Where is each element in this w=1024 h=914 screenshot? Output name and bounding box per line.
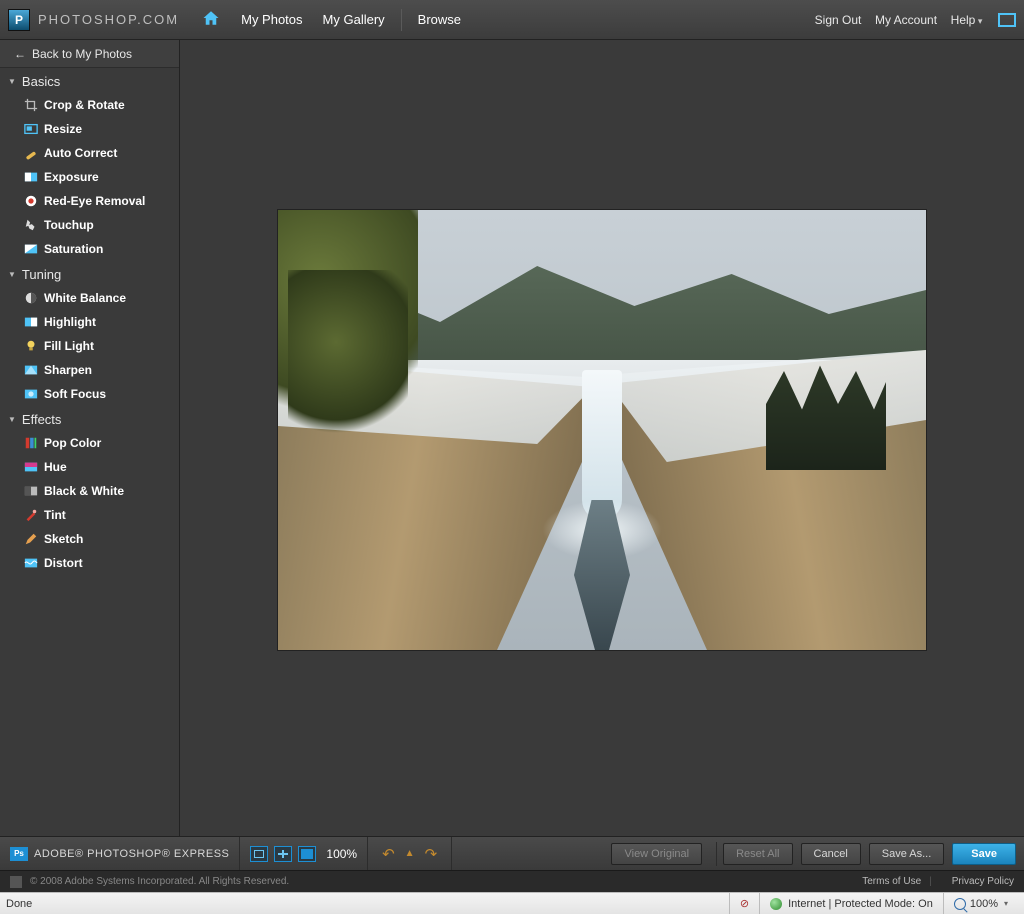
tool-auto-correct[interactable]: Auto Correct (0, 141, 179, 165)
tool-pop-color[interactable]: Pop Color (0, 431, 179, 455)
resize-icon (24, 122, 38, 136)
group-basics-label: Basics (22, 74, 60, 89)
pop-color-icon (24, 436, 38, 450)
adobe-icon (10, 876, 22, 888)
product-label: Ps ADOBE® PHOTOSHOP® EXPRESS (0, 837, 240, 870)
globe-icon (770, 898, 782, 910)
bottom-toolbar: Ps ADOBE® PHOTOSHOP® EXPRESS 100% ↶ ▲ ↷ … (0, 836, 1024, 870)
sharpen-icon (24, 363, 38, 377)
tool-touchup[interactable]: Touchup (0, 213, 179, 237)
crop-icon (24, 98, 38, 112)
tool-soft-focus[interactable]: Soft Focus (0, 382, 179, 406)
brand-label: PHOTOSHOP.COM (38, 12, 179, 27)
link-sign-out[interactable]: Sign Out (815, 13, 862, 27)
browser-zoom[interactable]: 100% (943, 893, 1018, 914)
top-nav: P PHOTOSHOP.COM My Photos My Gallery Bro… (0, 0, 1024, 40)
psx-icon: Ps (10, 847, 28, 861)
touchup-icon (24, 218, 38, 232)
collapse-icon: ▼ (8, 270, 16, 279)
canvas-area (180, 40, 1024, 836)
tool-black-white[interactable]: Black & White (0, 479, 179, 503)
bulb-icon (24, 339, 38, 353)
group-effects[interactable]: ▼ Effects (0, 406, 179, 431)
nav-separator (401, 9, 402, 31)
popup-blocked-icon[interactable]: ⊘ (729, 893, 759, 914)
tool-distort[interactable]: Distort (0, 551, 179, 575)
tint-icon (24, 508, 38, 522)
white-balance-icon (24, 291, 38, 305)
tool-red-eye[interactable]: Red-Eye Removal (0, 189, 179, 213)
link-terms[interactable]: Terms of Use (862, 876, 921, 887)
tool-sharpen[interactable]: Sharpen (0, 358, 179, 382)
save-button[interactable]: Save (952, 843, 1016, 865)
group-tuning[interactable]: ▼ Tuning (0, 261, 179, 286)
highlight-icon (24, 315, 38, 329)
browser-status-bar: Done ⊘ Internet | Protected Mode: On 100… (0, 892, 1024, 914)
view-original-button[interactable]: View Original (611, 843, 702, 865)
back-label: Back to My Photos (32, 47, 132, 61)
collapse-icon: ▼ (8, 77, 16, 86)
footer: © 2008 Adobe Systems Incorporated. All R… (0, 870, 1024, 892)
status-text: Done (6, 898, 32, 910)
saturation-icon (24, 242, 38, 256)
tool-fill-light[interactable]: Fill Light (0, 334, 179, 358)
tool-resize[interactable]: Resize (0, 117, 179, 141)
wand-icon (24, 146, 38, 160)
redo-button[interactable]: ↷ (425, 845, 438, 863)
soft-focus-icon (24, 387, 38, 401)
photo-canvas[interactable] (278, 210, 926, 650)
link-help[interactable]: Help (951, 13, 983, 27)
zoom-level: 100% (326, 847, 357, 861)
history-up-button[interactable]: ▲ (405, 848, 415, 859)
tool-hue[interactable]: Hue (0, 455, 179, 479)
nav-my-gallery[interactable]: My Gallery (313, 12, 395, 27)
save-as-button[interactable]: Save As... (869, 843, 945, 865)
zoom-fit-button[interactable] (250, 846, 268, 862)
tool-sketch[interactable]: Sketch (0, 527, 179, 551)
tool-exposure[interactable]: Exposure (0, 165, 179, 189)
nav-browse[interactable]: Browse (408, 12, 471, 27)
back-to-photos[interactable]: ← Back to My Photos (0, 40, 179, 68)
bw-icon (24, 484, 38, 498)
link-privacy[interactable]: Privacy Policy (952, 876, 1014, 887)
zoom-actual-button[interactable] (298, 846, 316, 862)
tool-white-balance[interactable]: White Balance (0, 286, 179, 310)
pencil-icon (24, 532, 38, 546)
nav-my-photos[interactable]: My Photos (231, 12, 312, 27)
tool-highlight[interactable]: Highlight (0, 310, 179, 334)
zoom-icon (954, 898, 966, 910)
tool-saturation[interactable]: Saturation (0, 237, 179, 261)
exposure-icon (24, 170, 38, 184)
group-effects-label: Effects (22, 412, 62, 427)
copyright-text: © 2008 Adobe Systems Incorporated. All R… (30, 876, 289, 887)
tool-crop-rotate[interactable]: Crop & Rotate (0, 93, 179, 117)
collapse-icon: ▼ (8, 415, 16, 424)
zoom-in-button[interactable] (274, 846, 292, 862)
group-tuning-label: Tuning (22, 267, 61, 282)
undo-button[interactable]: ↶ (382, 845, 395, 863)
group-basics[interactable]: ▼ Basics (0, 68, 179, 93)
cancel-button[interactable]: Cancel (801, 843, 861, 865)
link-my-account[interactable]: My Account (875, 13, 937, 27)
back-arrow-icon: ← (14, 47, 26, 61)
home-icon[interactable] (197, 9, 231, 30)
redeye-icon (24, 194, 38, 208)
distort-icon (24, 556, 38, 570)
fullscreen-icon[interactable] (998, 13, 1016, 27)
reset-all-button[interactable]: Reset All (723, 843, 792, 865)
sidebar: ← Back to My Photos ▼ Basics Crop & Rota… (0, 40, 180, 836)
logo-icon: P (8, 9, 30, 31)
security-zone[interactable]: Internet | Protected Mode: On (759, 893, 943, 914)
tool-tint[interactable]: Tint (0, 503, 179, 527)
hue-icon (24, 460, 38, 474)
